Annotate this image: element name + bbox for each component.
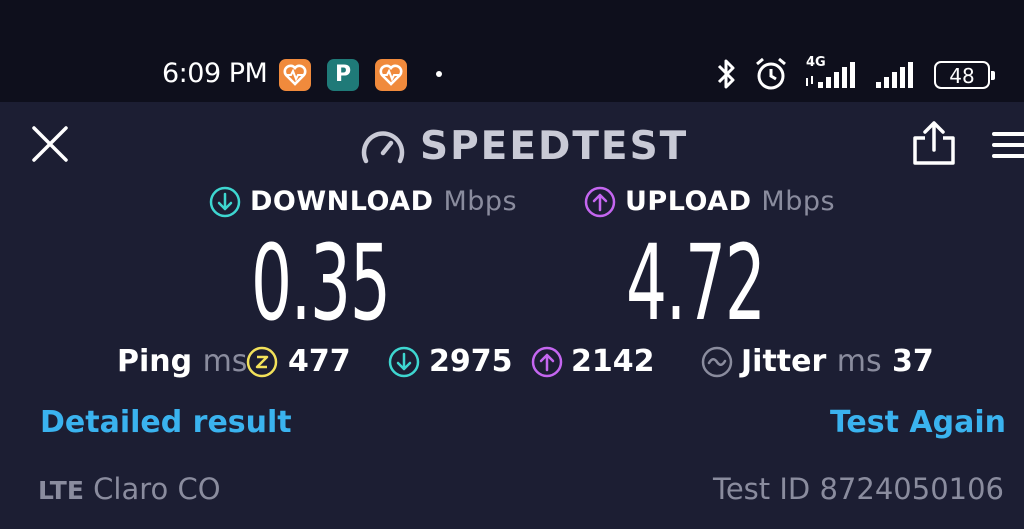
jitter-unit: ms xyxy=(836,344,882,379)
upload-latency-icon xyxy=(531,346,563,378)
heart-app-icon xyxy=(375,59,407,91)
status-time: 6:09 PM xyxy=(162,58,268,89)
test-id-value: 8724050106 xyxy=(819,472,1004,506)
upload-header: UPLOAD Mbps xyxy=(625,186,835,217)
bluetooth-icon xyxy=(717,59,735,89)
test-again-link[interactable]: Test Again xyxy=(830,405,1006,440)
connection-info: LTE Claro CO xyxy=(38,472,221,506)
jitter-value: 37 xyxy=(892,344,934,379)
idle-latency-icon xyxy=(246,346,278,378)
upload-unit: Mbps xyxy=(761,186,836,217)
download-label: DOWNLOAD xyxy=(250,186,434,217)
jitter-group: Jitter ms 37 xyxy=(741,344,934,379)
speedometer-icon xyxy=(361,131,405,164)
download-icon xyxy=(209,186,241,218)
signal-icon-2 xyxy=(876,62,913,88)
heart-app-icon xyxy=(279,59,311,91)
battery-icon: 48 xyxy=(934,61,995,89)
upload-label: UPLOAD xyxy=(625,186,752,217)
parking-app-icon: P xyxy=(327,59,359,91)
download-latency-icon xyxy=(388,346,420,378)
ping-idle-value: 477 xyxy=(288,344,351,379)
download-unit: Mbps xyxy=(443,186,518,217)
detailed-result-link[interactable]: Detailed result xyxy=(40,405,292,440)
connection-type: LTE xyxy=(38,476,84,505)
alarm-icon xyxy=(756,57,786,90)
more-notifications-dot xyxy=(436,71,442,77)
test-id-info: Test ID 8724050106 xyxy=(713,472,1004,506)
close-icon[interactable] xyxy=(31,125,69,163)
download-header: DOWNLOAD Mbps xyxy=(250,186,517,217)
ping-upload-value: 2142 xyxy=(571,344,655,379)
status-bar: 6:09 PM P 4G 48 xyxy=(0,0,1024,102)
jitter-label: Jitter xyxy=(741,344,827,379)
upload-value: 4.72 xyxy=(626,222,766,344)
carrier-name: Claro CO xyxy=(93,472,221,506)
test-id-label: Test ID xyxy=(713,472,811,506)
ping-label: Ping xyxy=(117,344,193,379)
signal-icon-1 xyxy=(806,62,855,88)
app-title: SPEEDTEST xyxy=(420,124,689,169)
share-icon[interactable] xyxy=(912,120,956,166)
upload-icon xyxy=(584,186,616,218)
menu-icon[interactable] xyxy=(992,130,1024,160)
ping-download-value: 2975 xyxy=(429,344,513,379)
jitter-icon xyxy=(701,346,733,378)
ping-label-group: Ping ms xyxy=(117,344,247,379)
ping-unit: ms xyxy=(202,344,248,379)
download-value: 0.35 xyxy=(251,222,391,344)
battery-level: 48 xyxy=(949,64,975,88)
